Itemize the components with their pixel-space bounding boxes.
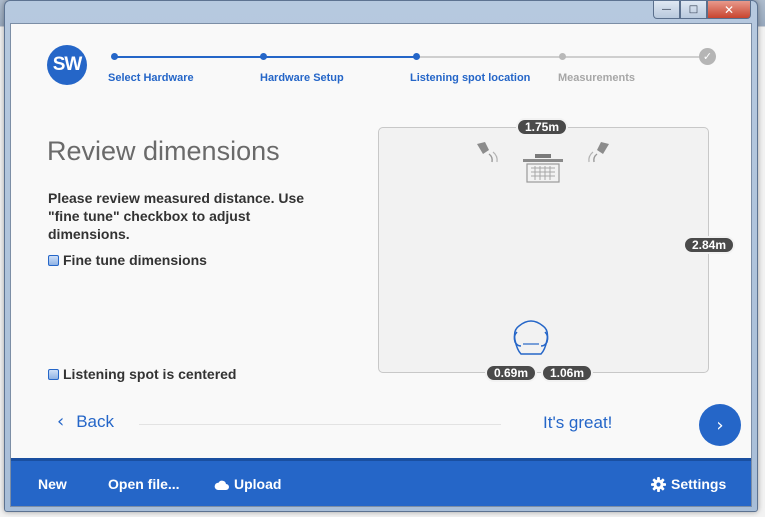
app-window: — □ ✕ SW ✓ Select Hardware Hardware Setu… <box>4 0 758 512</box>
right-speaker-icon <box>588 142 609 163</box>
step-label-hardware-setup[interactable]: Hardware Setup <box>260 72 344 84</box>
new-label: New <box>38 476 67 492</box>
upload-label: Upload <box>234 476 282 492</box>
left-speaker-icon <box>477 142 498 163</box>
confirm-button[interactable]: It's great! <box>543 413 612 433</box>
app-logo: SW <box>47 45 87 85</box>
settings-label: Settings <box>671 476 727 492</box>
step-label-listening-spot[interactable]: Listening spot location <box>410 72 530 84</box>
fine-tune-checkbox[interactable]: Fine tune dimensions <box>48 252 207 268</box>
back-button[interactable]: ‹ Back <box>57 411 114 432</box>
spot-right-distance-badge[interactable]: 1.06m <box>541 364 594 382</box>
centered-label: Listening spot is centered <box>63 366 237 382</box>
room-length-badge[interactable]: 2.84m <box>683 236 736 254</box>
fine-tune-label: Fine tune dimensions <box>63 252 207 268</box>
step-dot-select-hardware <box>111 53 118 60</box>
client-area: SW ✓ Select Hardware Hardware Setup List… <box>10 23 752 507</box>
armchair-icon <box>513 320 549 355</box>
step-dot-listening-spot <box>413 53 420 60</box>
spot-left-distance-badge[interactable]: 0.69m <box>485 364 538 382</box>
step-dot-measurements <box>559 53 566 60</box>
gear-icon <box>651 476 666 492</box>
check-icon: ✓ <box>699 48 716 65</box>
close-button[interactable]: ✕ <box>707 1 751 19</box>
new-button[interactable]: New <box>38 476 67 492</box>
tv-console-icon <box>523 154 563 183</box>
chevron-left-icon: ‹ <box>57 411 65 432</box>
chevron-right-icon: › <box>716 414 724 436</box>
step-label-select-hardware[interactable]: Select Hardware <box>108 72 194 84</box>
caption-buttons: — □ ✕ <box>653 1 751 19</box>
open-file-button[interactable]: Open file... <box>108 476 180 492</box>
settings-button[interactable]: Settings <box>651 476 726 492</box>
minimize-button[interactable]: — <box>653 1 680 19</box>
step-dot-hardware-setup <box>260 53 267 60</box>
instructions-text: Please review measured distance. Use "fi… <box>48 190 305 242</box>
checkbox-icon[interactable] <box>48 254 59 266</box>
checkbox-icon[interactable] <box>48 368 59 380</box>
page-title: Review dimensions <box>47 136 280 166</box>
step-label-measurements: Measurements <box>558 72 636 84</box>
cloud-icon <box>214 480 229 490</box>
footer-bar: New Open file... Upload Settings <box>11 458 751 506</box>
nav-divider <box>139 424 501 425</box>
centered-checkbox[interactable]: Listening spot is centered <box>48 366 236 382</box>
room-diagram: 1.75m 2.84m 0.69m 1.06m <box>378 118 736 382</box>
open-file-label: Open file... <box>108 476 180 492</box>
next-button[interactable]: › <box>699 404 741 446</box>
room-width-badge[interactable]: 1.75m <box>516 118 569 136</box>
back-label: Back <box>76 411 114 431</box>
upload-button[interactable]: Upload <box>214 476 281 492</box>
maximize-button[interactable]: □ <box>680 1 707 19</box>
